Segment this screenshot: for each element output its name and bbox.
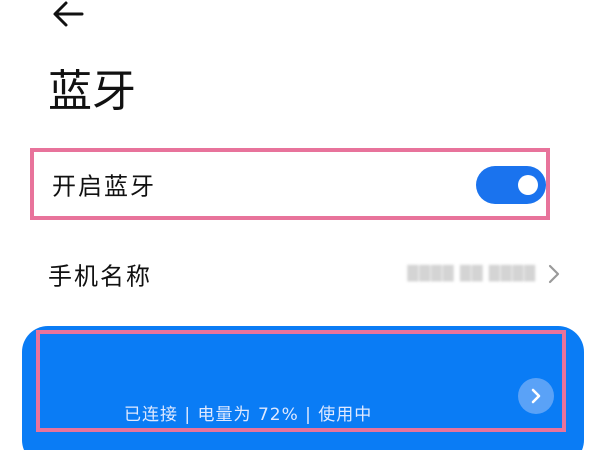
toggle-knob (518, 175, 538, 195)
chevron-right-icon (548, 264, 560, 284)
arrow-left-icon (53, 1, 84, 27)
bluetooth-toggle-switch[interactable] (476, 166, 546, 204)
bluetooth-toggle-label: 开启蓝牙 (52, 172, 156, 201)
back-button[interactable] (52, 0, 92, 34)
device-detail-button[interactable] (518, 378, 554, 414)
device-status-text: 已连接 | 电量为 72% | 使用中 (124, 405, 373, 425)
bluetooth-settings-page: 蓝牙 开启蓝牙 手机名称 ████ ██ ████ 已连接 | 电量为 72% … (0, 0, 600, 450)
bluetooth-toggle-row[interactable]: 开启蓝牙 (30, 148, 550, 220)
device-name-label: 手机名称 (48, 262, 152, 291)
device-name-row[interactable]: 手机名称 ████ ██ ████ (30, 246, 570, 302)
device-name-value: ████ ██ ████ (407, 266, 536, 282)
page-title: 蓝牙 (48, 66, 136, 117)
chevron-right-circle-icon (531, 388, 541, 404)
